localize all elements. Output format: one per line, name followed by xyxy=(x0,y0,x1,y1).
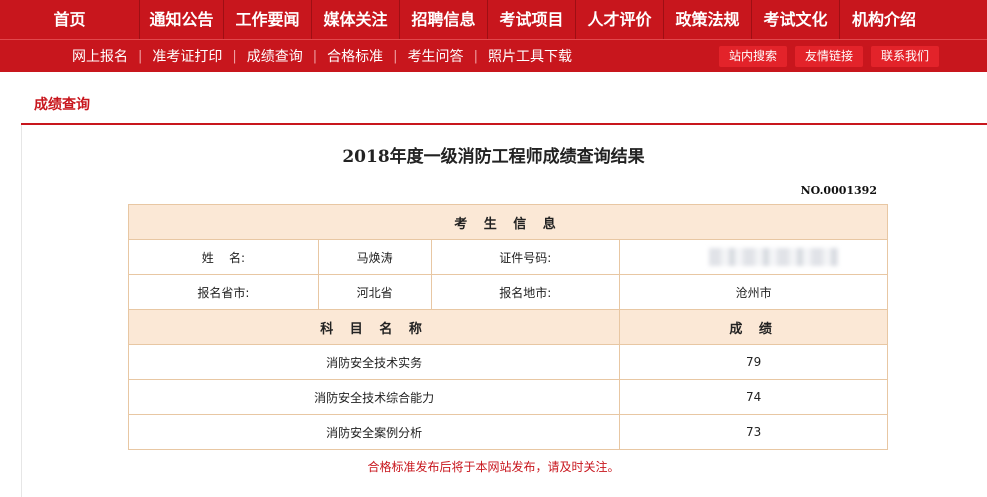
notice-text: 合格标准发布后将于本网站发布，请及时关注。 xyxy=(367,460,620,474)
score-header: 成 绩 xyxy=(619,309,888,345)
sub-nav-online-registration[interactable]: 网上报名 xyxy=(72,46,128,66)
candidate-info-header-row: 考 生 信 息 xyxy=(128,204,888,240)
province-value: 河北省 xyxy=(317,274,432,310)
nav-item-policy[interactable]: 政策法规 xyxy=(664,0,752,39)
subject-header: 科 目 名 称 xyxy=(127,309,621,345)
city-value: 沧州市 xyxy=(619,274,888,310)
nav-item-work-news[interactable]: 工作要闻 xyxy=(224,0,312,39)
name-label: 姓 名: xyxy=(128,239,319,275)
subject-name: 消防安全技术实务 xyxy=(127,344,621,380)
nav-item-recruitment[interactable]: 招聘信息 xyxy=(400,0,488,39)
nav-item-exam-culture[interactable]: 考试文化 xyxy=(752,0,840,39)
score-table: 考 生 信 息 姓 名: 马焕涛 证件号码: 报名省市: 河北省 报名地市: 沧… xyxy=(127,204,888,450)
page-title: 成绩查询 xyxy=(34,97,90,113)
top-nav: 首页 通知公告 工作要闻 媒体关注 招聘信息 考试项目 人才评价 政策法规 考试… xyxy=(0,0,987,39)
sub-nav-faq[interactable]: 考生问答 xyxy=(408,46,464,66)
site-search-button[interactable]: 站内搜索 xyxy=(719,46,787,67)
name-value: 马焕涛 xyxy=(317,239,432,275)
separator: | xyxy=(138,48,143,64)
nav-item-talent-evaluation[interactable]: 人才评价 xyxy=(576,0,664,39)
province-label: 报名省市: xyxy=(128,274,319,310)
subject-header-row: 科 目 名 称 成 绩 xyxy=(127,309,888,345)
subject-name: 消防安全技术综合能力 xyxy=(127,379,621,415)
nav-item-notices[interactable]: 通知公告 xyxy=(140,0,224,39)
id-value xyxy=(619,239,888,275)
breadcrumb: 成绩查询 xyxy=(21,84,987,125)
table-row: 报名省市: 河北省 报名地市: 沧州市 xyxy=(128,274,888,310)
table-row: 消防安全技术综合能力 74 xyxy=(127,379,888,415)
sub-nav-links: 网上报名 | 准考证打印 | 成绩查询 | 合格标准 | 考生问答 | 照片工具… xyxy=(72,40,572,72)
redacted-id xyxy=(708,248,839,266)
subject-score: 73 xyxy=(619,414,888,450)
subject-name: 消防安全案例分析 xyxy=(127,414,621,450)
separator: | xyxy=(473,48,478,64)
friendly-links-button[interactable]: 友情链接 xyxy=(795,46,863,67)
nav-item-media[interactable]: 媒体关注 xyxy=(312,0,400,39)
table-row: 姓 名: 马焕涛 证件号码: xyxy=(128,239,888,275)
separator: | xyxy=(232,48,237,64)
sub-nav: 网上报名 | 准考证打印 | 成绩查询 | 合格标准 | 考生问答 | 照片工具… xyxy=(0,39,987,72)
result-title: 2018年度一级消防工程师成绩查询结果 xyxy=(342,147,645,167)
table-row: 消防安全技术实务 79 xyxy=(127,344,888,380)
sub-nav-photo-tool[interactable]: 照片工具下载 xyxy=(488,46,572,66)
nav-item-about[interactable]: 机构介绍 xyxy=(840,0,928,39)
sub-nav-admission-ticket[interactable]: 准考证打印 xyxy=(152,46,222,66)
city-label: 报名地市: xyxy=(430,274,621,310)
serial-number: NO.0001392 xyxy=(800,184,877,197)
sub-nav-score-query[interactable]: 成绩查询 xyxy=(247,46,303,66)
sub-nav-pass-standard[interactable]: 合格标准 xyxy=(327,46,383,66)
separator: | xyxy=(312,48,318,64)
id-label: 证件号码: xyxy=(430,239,621,275)
subject-score: 74 xyxy=(619,379,888,415)
subject-score: 79 xyxy=(619,344,888,380)
nav-item-exam-projects[interactable]: 考试项目 xyxy=(488,0,576,39)
contact-us-button[interactable]: 联系我们 xyxy=(871,46,939,67)
table-row: 消防安全案例分析 73 xyxy=(127,414,888,450)
candidate-info-header: 考 生 信 息 xyxy=(128,204,888,240)
separator: | xyxy=(393,48,398,64)
nav-item-home[interactable]: 首页 xyxy=(0,0,140,39)
